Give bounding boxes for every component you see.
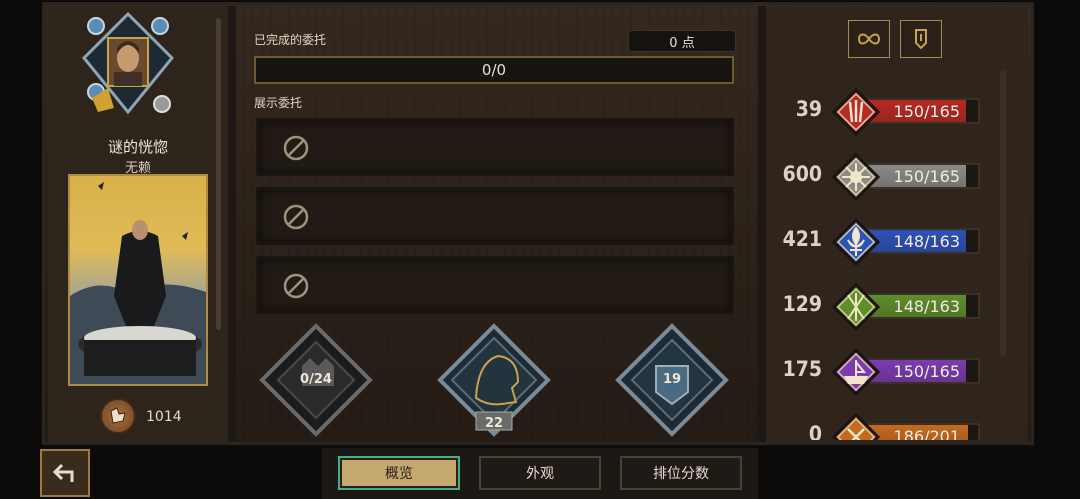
arrows-icon[interactable]	[831, 282, 881, 332]
faction-level-northern-realms: 421	[782, 227, 822, 251]
tab-ranked-score[interactable]: 排位分数	[620, 456, 742, 490]
tab-overview[interactable]: 概览	[338, 456, 460, 490]
back-button[interactable]	[40, 449, 90, 497]
back-arrow-icon	[52, 463, 74, 482]
fleur-de-lis-icon[interactable]	[831, 217, 881, 267]
syndicate-icon[interactable]	[831, 412, 881, 440]
sun-icon[interactable]	[831, 152, 881, 202]
faction-level-scoiatael: 129	[782, 292, 822, 316]
tab-appearance[interactable]: 外观	[479, 456, 601, 490]
claw-icon[interactable]	[831, 87, 881, 137]
faction-level-nilfgaard: 600	[782, 162, 822, 186]
faction-level-monsters: 39	[795, 97, 822, 121]
faction-level-skellige: 175	[782, 357, 822, 381]
ship-icon[interactable]	[831, 347, 881, 397]
faction-level-syndicate: 0	[808, 422, 822, 440]
